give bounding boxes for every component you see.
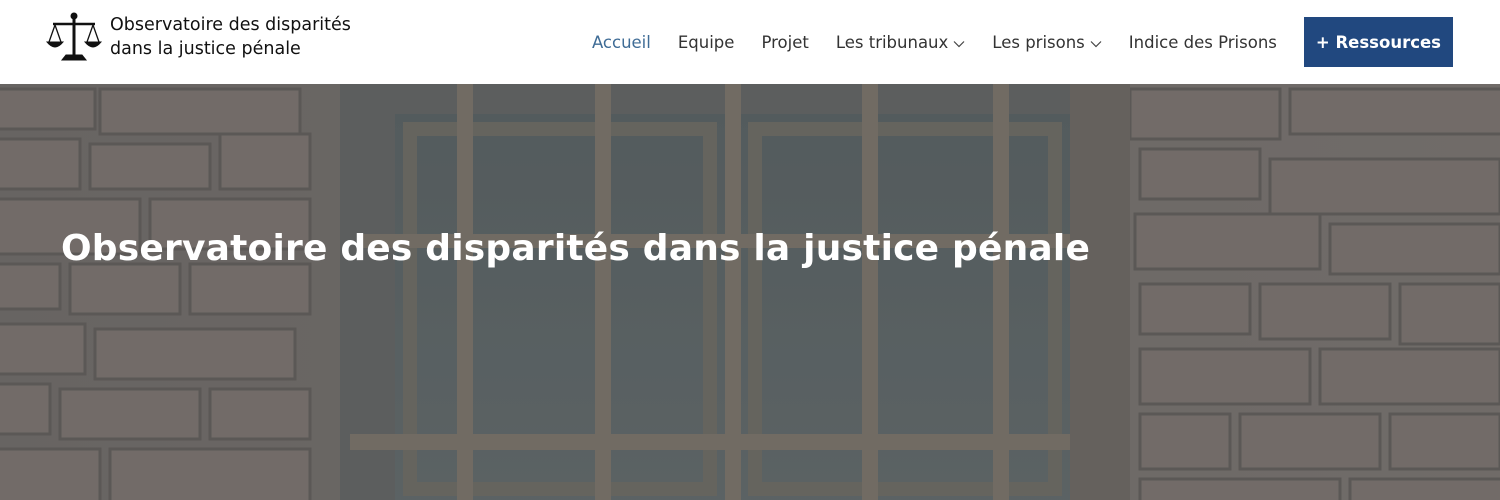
site-name-line2: dans la justice pénale [110, 39, 301, 59]
nav-item-label: Accueil [591, 32, 651, 52]
hero-overlay [0, 84, 1500, 500]
nav-item-les-prisons[interactable]: Les prisons [992, 32, 1102, 52]
chevron-down-icon [1090, 40, 1102, 47]
nav-item-label: Les prisons [992, 32, 1085, 52]
hero-banner: Observatoire des disparités dans la just… [0, 84, 1500, 500]
nav-item-label: Les tribunaux [835, 32, 949, 52]
nav-item-indice-des-prisons[interactable]: Indice des Prisons [1129, 33, 1277, 52]
nav-item-label: Equipe [677, 32, 735, 52]
nav-item-equipe[interactable]: Equipe [678, 33, 735, 52]
site-header: Observatoire des disparités dans la just… [0, 0, 1500, 84]
nav-item-accueil[interactable]: Accueil [592, 33, 651, 52]
nav-item-projet[interactable]: Projet [761, 33, 808, 52]
chevron-down-icon [953, 40, 965, 47]
scales-of-justice-icon [46, 12, 102, 61]
site-name: Observatoire des disparités dans la just… [110, 13, 360, 61]
site-name-line1: Observatoire des disparités [110, 15, 351, 35]
nav-item-label: Indice des Prisons [1128, 32, 1277, 52]
nav-item-label: Projet [761, 32, 809, 52]
ressources-button[interactable]: + Ressources [1303, 17, 1453, 67]
main-nav: Accueil Equipe Projet Les tribunaux Les … [565, 0, 1500, 84]
hero-title: Observatoire des disparités dans la just… [61, 228, 1091, 269]
nav-item-les-tribunaux[interactable]: Les tribunaux [836, 33, 965, 52]
site-brand-link[interactable]: Observatoire des disparités dans la just… [46, 10, 360, 64]
